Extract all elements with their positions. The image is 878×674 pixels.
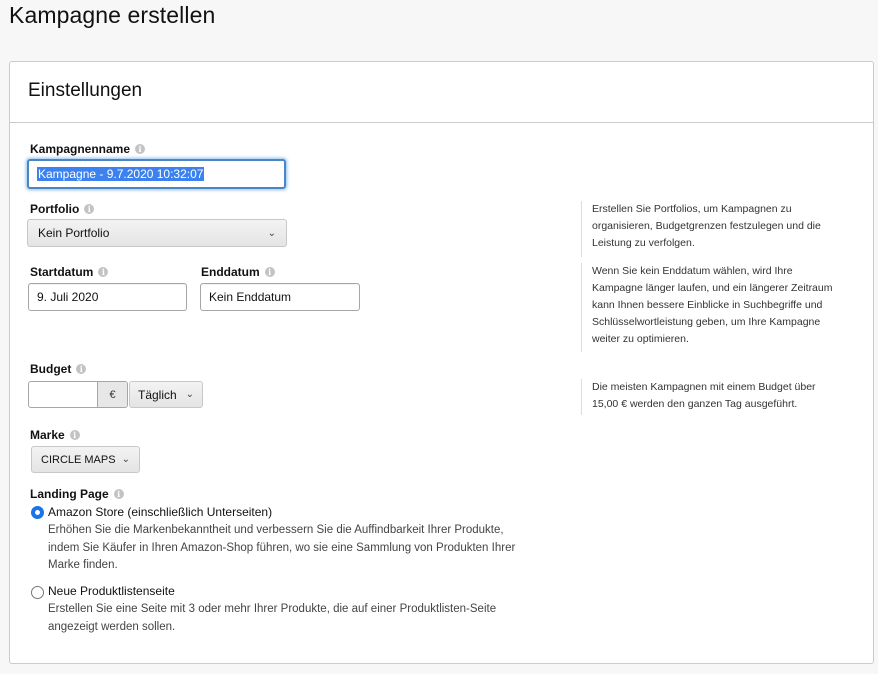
budget-input-group: € [28, 381, 128, 408]
end-date-label: Enddatum i [201, 265, 275, 279]
chevron-down-icon: ⌄ [185, 389, 194, 400]
info-icon[interactable]: i [84, 204, 95, 214]
product-list-option-desc: Erstellen Sie eine Seite mit 3 oder mehr… [48, 603, 497, 633]
info-icon[interactable]: i [135, 144, 146, 154]
chevron-down-icon: ⌄ [121, 454, 130, 465]
end-date-input[interactable]: Kein Enddatum [200, 283, 360, 311]
budget-help: Die meisten Kampagnen mit einem Budget ü… [581, 379, 816, 415]
brand-selected: CIRCLE MAPS [41, 453, 116, 466]
settings-card-header: Einstellungen [10, 62, 873, 123]
portfolio-selected: Kein Portfolio [38, 226, 110, 240]
info-icon[interactable]: i [69, 430, 80, 440]
brand-dropdown[interactable]: CIRCLE MAPS ⌄ [31, 446, 140, 473]
amazon-store-option-title[interactable]: Amazon Store (einschließlich Unterseiten… [48, 505, 272, 519]
start-date-label: Startdatum i [30, 265, 109, 279]
budget-period-dropdown[interactable]: Täglich ⌄ [129, 381, 203, 408]
budget-input[interactable] [29, 382, 97, 407]
portfolio-dropdown[interactable]: Kein Portfolio ⌄ [27, 219, 287, 247]
amazon-store-option-desc: Erhöhen Sie die Markenbekanntheit und ve… [48, 524, 516, 571]
portfolio-help: Erstellen Sie Portfolios, um Kampagnen z… [581, 201, 821, 257]
page-title: Kampagne erstellen [9, 2, 216, 28]
campaign-name-label: Kampagnenname i [30, 142, 146, 156]
info-icon[interactable]: i [98, 267, 109, 277]
landing-page-label: Landing Page i [30, 487, 124, 501]
budget-period-selected: Täglich [138, 387, 177, 402]
settings-card: Einstellungen Kampagnenname i Kampagne -… [9, 61, 874, 664]
portfolio-label: Portfolio i [30, 202, 95, 216]
chevron-down-icon: ⌄ [267, 227, 276, 239]
info-icon[interactable]: i [264, 267, 275, 277]
info-icon[interactable]: i [113, 489, 124, 499]
brand-label: Marke i [30, 428, 80, 442]
settings-title: Einstellungen [28, 80, 143, 101]
product-list-option-title[interactable]: Neue Produktlistenseite [48, 584, 175, 598]
campaign-name-input[interactable]: Kampagne - 9.7.2020 10:32:07 [27, 159, 286, 189]
campaign-name-value: Kampagne - 9.7.2020 10:32:07 [37, 167, 205, 181]
budget-label: Budget i [30, 362, 87, 376]
start-date-input[interactable]: 9. Juli 2020 [28, 283, 187, 311]
info-icon[interactable]: i [76, 364, 87, 374]
currency-symbol: € [97, 382, 127, 407]
product-list-radio[interactable] [31, 586, 44, 599]
dates-help: Wenn Sie kein Enddatum wählen, wird Ihre… [581, 263, 833, 352]
amazon-store-radio[interactable] [31, 506, 44, 519]
